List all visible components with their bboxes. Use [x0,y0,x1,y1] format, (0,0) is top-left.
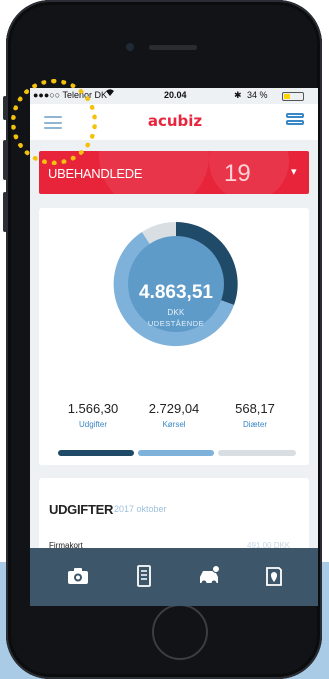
stat-label: Udgifter [78,420,107,429]
front-camera [126,43,134,51]
battery-fill [284,94,291,99]
summary-card: 4.863,51 DKK UDESTÅENDE 1.566,30 Udgifte… [39,208,309,465]
stat-label: Diæter [242,420,267,429]
camera-icon[interactable] [66,564,90,588]
stage: ●●●○○ Telenor DK 20.04 ✱ 34 % acubiz UBE… [0,0,329,679]
app-logo: acubiz [147,112,203,130]
list-view-icon[interactable] [286,113,304,131]
outstanding-total: 4.863,51 [139,282,213,303]
summary-donut: 4.863,51 DKK UDESTÅENDE [112,220,240,353]
clock: 20.04 [164,90,187,100]
highlight-circle [11,79,97,165]
phone-screen: ●●●○○ Telenor DK 20.04 ✱ 34 % acubiz UBE… [30,88,318,606]
stat-value: 2.729,04 [148,401,200,416]
car-icon[interactable] [196,564,220,588]
currency-label: DKK [167,308,185,317]
expenses-title: UDGIFTER [49,502,114,517]
battery-icon [282,92,304,101]
bottom-tab-bar [30,548,318,606]
bar-diaeter [218,450,296,456]
pending-count: 19 [224,160,251,187]
outstanding-label: UDESTÅENDE [147,319,205,328]
stat-diaeter[interactable]: 568,17 Diæter [215,401,295,429]
home-button[interactable] [152,604,208,660]
stat-korsel[interactable]: 2.729,04 Kørsel [134,401,214,429]
expenses-month: 2017 oktober [114,504,167,514]
category-bars [58,450,296,456]
pending-card[interactable]: UBEHANDLEDE 19 ▾ [39,151,309,194]
bluetooth-icon: ✱ [234,90,242,100]
stat-label: Kørsel [162,420,186,429]
map-pin-icon[interactable] [262,564,286,588]
pending-title: UBEHANDLEDE [48,166,143,181]
earpiece-speaker [149,45,197,50]
wifi-icon [105,88,115,99]
bar-korsel [138,450,214,456]
battery-percent: 34 % [247,90,268,100]
mute-switch [3,96,7,120]
volume-down-button [3,192,7,232]
stat-udgifter[interactable]: 1.566,30 Udgifter [53,401,133,429]
volume-up-button [3,140,7,180]
stat-value: 568,17 [235,401,275,416]
chevron-down-icon[interactable]: ▾ [291,165,297,178]
receipt-icon[interactable] [132,564,156,588]
bar-udgifter [58,450,134,456]
stat-value: 1.566,30 [67,401,119,416]
